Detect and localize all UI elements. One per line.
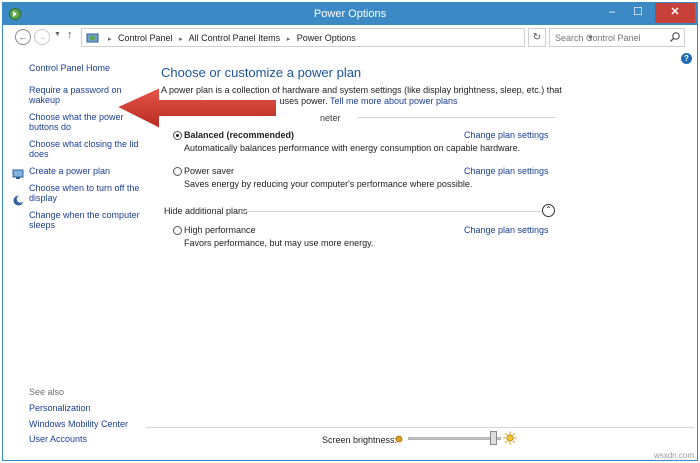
- window-title: Power Options: [313, 8, 387, 20]
- group-divider: [358, 117, 556, 118]
- breadcrumb-item[interactable]: Control Panel: [118, 33, 173, 43]
- tell-me-more-link[interactable]: Tell me more about power plans: [330, 96, 458, 106]
- breadcrumb: ▸ Control Panel ▸ All Control Panel Item…: [108, 33, 356, 43]
- up-arrow-icon[interactable]: ↑: [67, 29, 73, 41]
- close-button[interactable]: ✕: [655, 3, 695, 23]
- dim-sun-icon: [395, 435, 403, 443]
- plan-description: Saves energy by reducing your computer's…: [184, 179, 473, 189]
- plan-description: Favors performance, but may use more ene…: [184, 238, 374, 248]
- change-plan-settings-link[interactable]: Change plan settings: [464, 225, 549, 235]
- refresh-button[interactable]: ↻: [528, 28, 546, 47]
- breadcrumb-item[interactable]: All Control Panel Items: [189, 33, 281, 43]
- maximize-button[interactable]: ☐: [625, 3, 651, 23]
- breadcrumb-separator-icon[interactable]: ▸: [287, 36, 291, 43]
- screen-brightness-label: Screen brightness:: [322, 435, 398, 445]
- sidebar-item-create-plan[interactable]: Create a power plan: [29, 166, 147, 176]
- control-panel-home-link[interactable]: Control Panel Home: [29, 63, 110, 73]
- bright-sun-icon: [503, 431, 517, 445]
- plan-description: Automatically balances performance with …: [184, 143, 521, 153]
- moon-shield-icon: [13, 195, 25, 206]
- hide-additional-plans-label[interactable]: Hide additional plans: [164, 206, 248, 216]
- address-row: ← → ▼ ↑ ▸ Control Panel ▸ All Control Pa…: [3, 25, 697, 51]
- sidebar-item-closing-lid[interactable]: Choose what closing the lid does: [29, 139, 147, 159]
- brightness-divider: [146, 427, 694, 428]
- sidebar-item-computer-sleeps[interactable]: Change when the computer sleeps: [29, 210, 147, 230]
- back-button[interactable]: ←: [15, 29, 31, 45]
- forward-button[interactable]: →: [34, 29, 50, 45]
- plan-name: High performance: [184, 225, 256, 235]
- group-label: neter: [320, 113, 341, 123]
- monitor-shield-icon: [12, 169, 24, 179]
- brightness-slider-track[interactable]: [408, 437, 501, 440]
- plan-radio[interactable]: [173, 226, 182, 235]
- breadcrumb-item[interactable]: Power Options: [297, 33, 356, 43]
- brightness-slider-thumb[interactable]: [490, 431, 497, 445]
- see-also-links: Personalization Windows Mobility Center …: [29, 403, 128, 450]
- change-plan-settings-link[interactable]: Change plan settings: [464, 166, 549, 176]
- see-also-label: See also: [29, 387, 65, 397]
- plan-name: Power saver: [184, 166, 235, 176]
- see-also-user-accounts[interactable]: User Accounts: [29, 434, 128, 444]
- control-panel-icon: [86, 33, 99, 43]
- collapse-chevron-icon[interactable]: ⌃: [542, 204, 555, 217]
- address-bar[interactable]: ▸ Control Panel ▸ All Control Panel Item…: [81, 28, 594, 47]
- plan-radio[interactable]: [173, 167, 182, 176]
- search-box[interactable]: Search Control Panel: [549, 28, 685, 47]
- watermark: wsxdn.com: [653, 451, 694, 460]
- hide-plans-divider: [242, 211, 542, 212]
- search-icon[interactable]: [669, 31, 681, 43]
- breadcrumb-separator-icon[interactable]: ▸: [179, 36, 183, 43]
- search-input[interactable]: Search Control Panel: [555, 33, 641, 43]
- see-also-personalization[interactable]: Personalization: [29, 403, 128, 413]
- recent-locations-icon[interactable]: ▼: [54, 31, 61, 38]
- page-title: Choose or customize a power plan: [161, 65, 362, 80]
- power-options-window: Power Options – ☐ ✕ ← → ▼ ↑ ▸ Control Pa…: [2, 2, 698, 461]
- title-bar[interactable]: Power Options – ☐ ✕: [3, 3, 697, 25]
- see-also-mobility-center[interactable]: Windows Mobility Center: [29, 419, 128, 429]
- minimize-button[interactable]: –: [599, 3, 625, 23]
- sidebar-item-turn-off-display[interactable]: Choose when to turn off the display: [29, 183, 147, 203]
- red-arrow-annotation: [115, 86, 278, 130]
- change-plan-settings-link[interactable]: Change plan settings: [464, 130, 549, 140]
